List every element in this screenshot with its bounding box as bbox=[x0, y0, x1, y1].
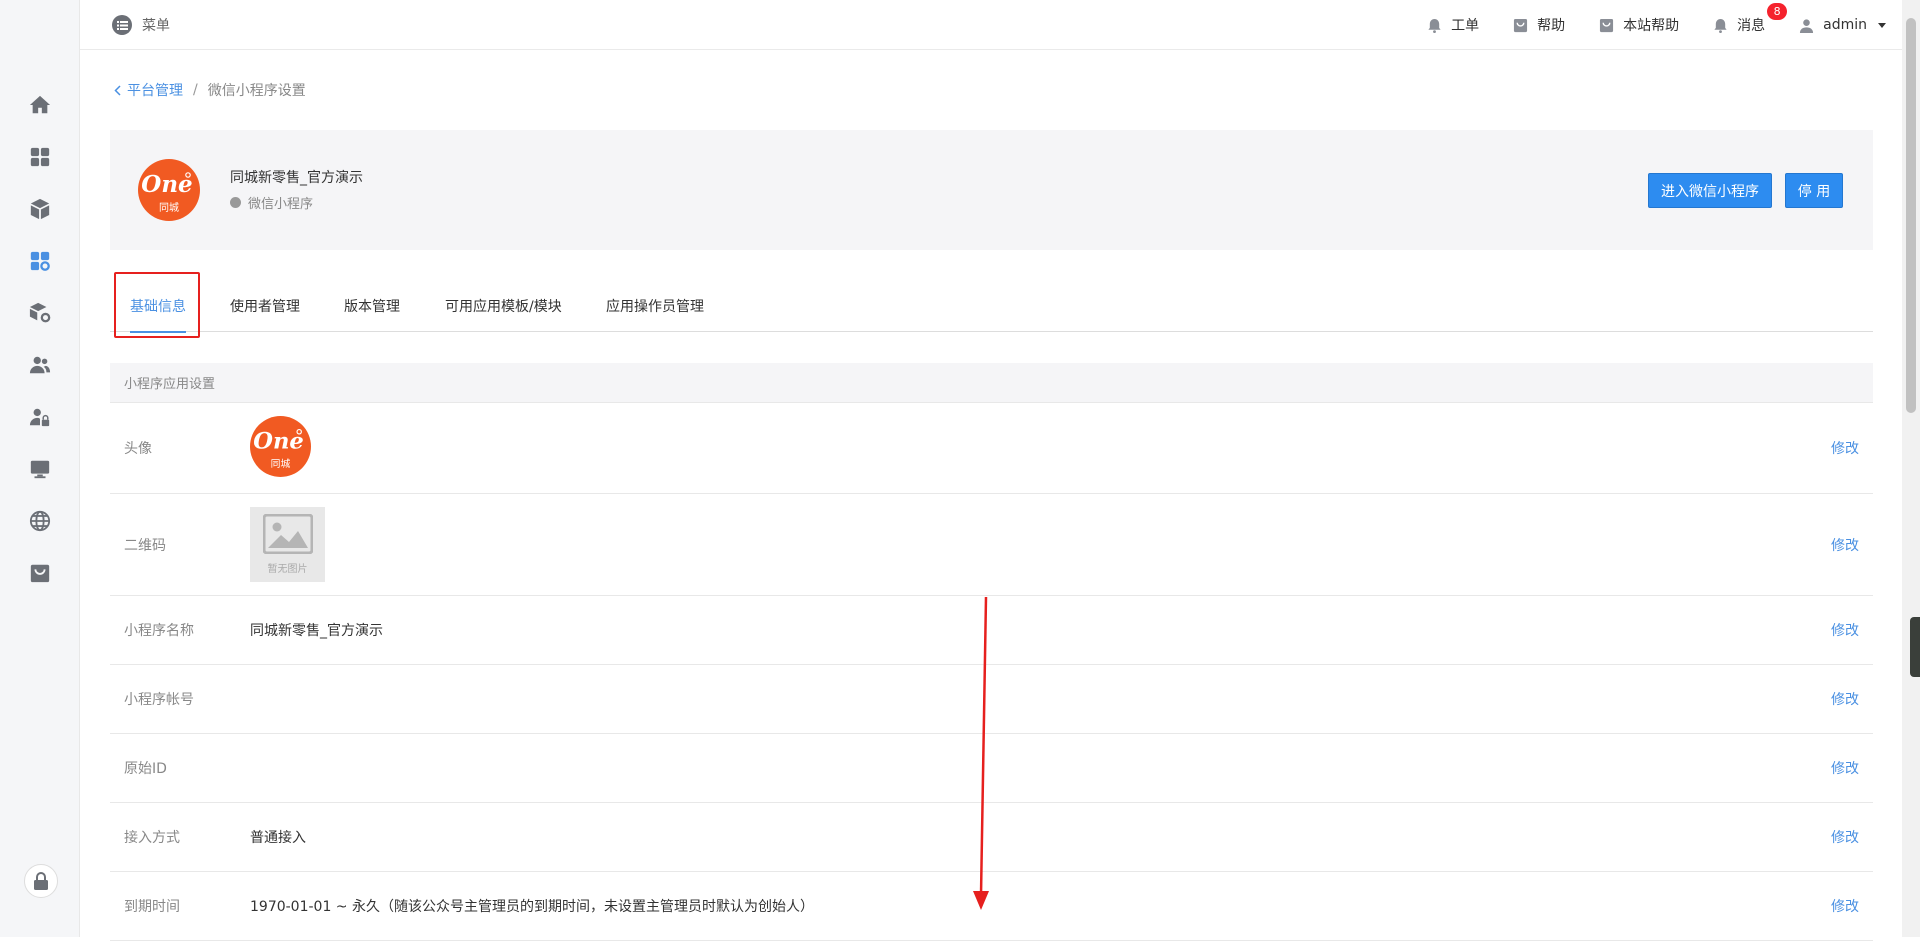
scrollbar-thumb[interactable] bbox=[1906, 18, 1916, 413]
breadcrumb-parent-link[interactable]: 平台管理 bbox=[114, 80, 183, 100]
settings-row-account: 小程序帐号 修改 bbox=[110, 665, 1873, 734]
edit-access-mode-link[interactable]: 修改 bbox=[1831, 827, 1859, 847]
avatar-logo-text: One bbox=[253, 428, 304, 454]
edit-qrcode-link[interactable]: 修改 bbox=[1831, 535, 1859, 555]
menu-label: 菜单 bbox=[142, 18, 170, 34]
disable-button[interactable]: 停 用 bbox=[1785, 173, 1843, 208]
tab-user-management[interactable]: 使用者管理 bbox=[230, 280, 300, 332]
breadcrumb: 平台管理 / 微信小程序设置 bbox=[114, 80, 306, 100]
row-label: 到期时间 bbox=[124, 899, 180, 915]
shop-bag-icon bbox=[1514, 18, 1528, 32]
qrcode-placeholder: 暂无图片 bbox=[250, 507, 325, 582]
ticket-link[interactable]: 工单 bbox=[1427, 15, 1479, 35]
user-menu[interactable]: admin bbox=[1799, 17, 1886, 33]
row-value: 1970-01-01 ~ 永久（随该公众号主管理员的到期时间，未设置主管理员时默… bbox=[250, 899, 814, 915]
home-icon[interactable] bbox=[24, 89, 56, 121]
edit-avatar-link[interactable]: 修改 bbox=[1831, 438, 1859, 458]
lock-icon[interactable] bbox=[24, 864, 58, 898]
settings-row-name: 小程序名称 同城新零售_官方演示 修改 bbox=[110, 596, 1873, 665]
menu-list-icon bbox=[112, 15, 132, 35]
no-image-text: 暂无图片 bbox=[267, 564, 308, 575]
settings-row-access-mode: 接入方式 普通接入 修改 bbox=[110, 803, 1873, 872]
page-scrollbar[interactable] bbox=[1902, 0, 1920, 937]
image-placeholder-icon bbox=[262, 514, 313, 554]
bell-icon bbox=[1428, 18, 1441, 33]
edit-account-link[interactable]: 修改 bbox=[1831, 689, 1859, 709]
enter-miniprogram-button[interactable]: 进入微信小程序 bbox=[1648, 173, 1772, 208]
settings-row-avatar: 头像 One 同城 修改 bbox=[110, 403, 1873, 494]
globe-icon[interactable] bbox=[24, 505, 56, 537]
bell-icon bbox=[1714, 18, 1727, 33]
box-settings-icon[interactable] bbox=[24, 297, 56, 329]
side-widget-handle[interactable] bbox=[1910, 617, 1920, 677]
monitor-icon[interactable] bbox=[24, 453, 56, 485]
row-label: 小程序名称 bbox=[124, 623, 194, 639]
app-type-label: 微信小程序 bbox=[248, 197, 314, 212]
annotation-highlight-box bbox=[114, 272, 200, 338]
avatar-logo-subtext: 同城 bbox=[271, 458, 291, 470]
app-header-card: One 同城 同城新零售_官方演示 微信小程序 进入微信小程序 停 用 bbox=[110, 130, 1873, 250]
help-label: 帮助 bbox=[1537, 18, 1566, 34]
row-value: 普通接入 bbox=[250, 830, 306, 846]
settings-row-original-id: 原始ID 修改 bbox=[110, 734, 1873, 803]
settings-row-expiry: 到期时间 1970-01-01 ~ 永久（随该公众号主管理员的到期时间，未设置主… bbox=[110, 872, 1873, 941]
messages-label: 消息 bbox=[1737, 18, 1766, 34]
site-help-link[interactable]: 本站帮助 bbox=[1599, 15, 1679, 35]
chevron-down-icon bbox=[1878, 22, 1886, 28]
tab-version-management[interactable]: 版本管理 bbox=[344, 280, 400, 332]
edit-original-id-link[interactable]: 修改 bbox=[1831, 758, 1859, 778]
site-help-label: 本站帮助 bbox=[1623, 18, 1680, 34]
row-label: 原始ID bbox=[124, 761, 167, 777]
sidebar bbox=[0, 0, 80, 937]
tab-operator-management[interactable]: 应用操作员管理 bbox=[606, 280, 704, 332]
breadcrumb-current: 微信小程序设置 bbox=[207, 83, 306, 99]
apps-settings-icon[interactable] bbox=[24, 245, 56, 277]
ticket-label: 工单 bbox=[1451, 18, 1480, 34]
breadcrumb-parent-label: 平台管理 bbox=[127, 83, 183, 99]
app-name: 同城新零售_官方演示 bbox=[230, 170, 363, 186]
chevron-left-icon bbox=[114, 84, 121, 96]
logo-text: One bbox=[141, 171, 192, 198]
apps-grid-icon[interactable] bbox=[24, 141, 56, 173]
row-label: 小程序帐号 bbox=[124, 692, 194, 708]
edit-expiry-link[interactable]: 修改 bbox=[1831, 896, 1859, 916]
row-label: 头像 bbox=[124, 441, 152, 457]
avatar-image: One 同城 bbox=[250, 415, 311, 477]
message-count-badge: 8 bbox=[1767, 3, 1788, 20]
shop-bag-icon[interactable] bbox=[24, 557, 56, 589]
box-icon[interactable] bbox=[24, 193, 56, 225]
edit-name-link[interactable]: 修改 bbox=[1831, 620, 1859, 640]
user-icon bbox=[1800, 18, 1814, 33]
app-type: 微信小程序 bbox=[230, 193, 313, 212]
row-value: 同城新零售_官方演示 bbox=[250, 623, 383, 639]
user-name: admin bbox=[1823, 17, 1867, 33]
help-link[interactable]: 帮助 bbox=[1513, 15, 1565, 35]
avatar: One 同城 bbox=[250, 415, 311, 481]
row-label: 接入方式 bbox=[124, 830, 180, 846]
miniprogram-icon bbox=[230, 197, 241, 208]
messages-link[interactable]: 消息 8 bbox=[1713, 3, 1788, 35]
top-bar: 菜单 工单 帮助 本站帮助 消息 8 admin bbox=[80, 0, 1902, 50]
app-logo: One 同城 bbox=[138, 159, 200, 221]
user-lock-icon[interactable] bbox=[24, 401, 56, 433]
breadcrumb-separator: / bbox=[193, 82, 198, 98]
tab-bar: 基础信息 使用者管理 版本管理 可用应用模板/模块 应用操作员管理 bbox=[110, 280, 1873, 333]
settings-row-qrcode: 二维码 暂无图片 修改 bbox=[110, 494, 1873, 596]
menu-toggle[interactable]: 菜单 bbox=[112, 15, 170, 35]
tab-templates-modules[interactable]: 可用应用模板/模块 bbox=[445, 280, 562, 332]
section-header: 小程序应用设置 bbox=[110, 363, 1873, 403]
shop-bag-icon bbox=[1600, 18, 1614, 32]
logo-subtext: 同城 bbox=[159, 202, 179, 214]
row-label: 二维码 bbox=[124, 537, 166, 554]
users-icon[interactable] bbox=[24, 349, 56, 381]
